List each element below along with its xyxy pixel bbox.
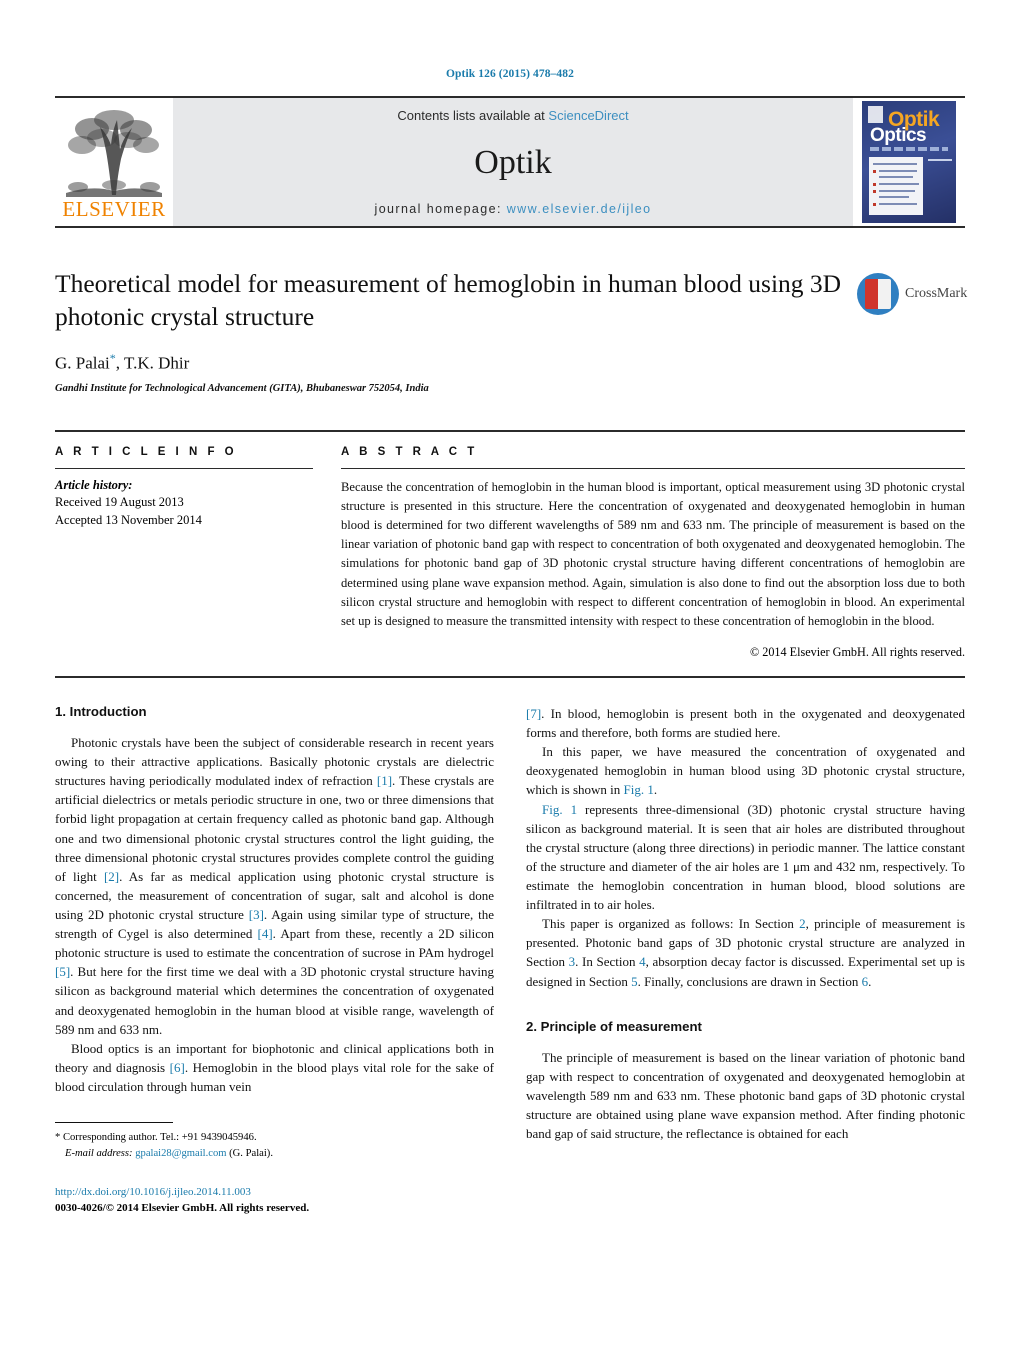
abstract-copyright: © 2014 Elsevier GmbH. All rights reserve… — [749, 645, 965, 660]
article-info-heading: A R T I C L E I N F O — [55, 445, 238, 458]
cover-title-bottom: Optics — [870, 125, 927, 146]
email-suffix: (G. Palai). — [226, 1148, 273, 1159]
intro-p1-b: . These crystals are artificial dielectr… — [55, 773, 495, 884]
intro-paragraph-4: Fig. 1 represents three-dimensional (3D)… — [526, 800, 965, 915]
article-history-label: Article history: — [55, 477, 133, 492]
crossmark-label: CrossMark — [905, 286, 968, 301]
elsevier-wordmark: ELSEVIER — [62, 197, 166, 221]
intro-paragraph-3: In this paper, we have measured the conc… — [526, 742, 965, 799]
journal-title: Optik — [474, 143, 552, 181]
intro-paragraph-5: This paper is organized as follows: In S… — [526, 914, 965, 990]
sciencedirect-link[interactable]: ScienceDirect — [548, 108, 628, 123]
abstract-rule — [341, 467, 965, 469]
intro-p5-c: . In Section — [575, 954, 640, 970]
email-link[interactable]: gpalai28@gmail.com — [135, 1148, 226, 1159]
cover-side-lines — [928, 159, 952, 162]
abstract-heading: A B S T R A C T — [341, 445, 478, 458]
figure-ref-1[interactable]: Fig. 1 — [624, 782, 654, 797]
homepage-prefix: journal homepage: — [374, 202, 502, 216]
section-heading-principle: 2. Principle of measurement — [526, 1018, 702, 1034]
contents-available-line: Contents lists available at ScienceDirec… — [397, 108, 628, 123]
intro-paragraph-2-continued: [7]. In blood, hemoglobin is present bot… — [526, 704, 965, 742]
cover-subtitle-bar — [870, 147, 948, 151]
intro-p2-c: . In blood, hemoglobin is present both i… — [526, 706, 965, 741]
citation-ref-4[interactable]: [4] — [258, 926, 273, 941]
journal-band: Contents lists available at ScienceDirec… — [173, 98, 853, 226]
journal-homepage-line: journal homepage: www.elsevier.de/ijleo — [375, 202, 652, 216]
article-info-rule — [55, 467, 313, 469]
corresponding-author-note: * Corresponding author. Tel.: +91 943904… — [55, 1130, 494, 1146]
title-block: Theoretical model for measurement of hem… — [55, 268, 968, 394]
body-columns: 1. Introduction Photonic crystals have b… — [55, 704, 965, 1217]
cover-contents-box — [869, 157, 923, 215]
cover-image: Optik Optics — [861, 100, 957, 224]
intro-p1-f: . But here for the first time we deal wi… — [55, 964, 494, 1037]
citation-ref-5[interactable]: [5] — [55, 964, 70, 979]
article-received-date: Received 19 August 2013 — [55, 494, 184, 509]
doi-block: http://dx.doi.org/10.1016/j.ijleo.2014.1… — [55, 1184, 494, 1217]
section-heading-introduction: 1. Introduction — [55, 704, 147, 720]
page-title: Theoretical model for measurement of hem… — [55, 269, 842, 331]
intro-p5-e: . Finally, conclusions are drawn in Sect… — [637, 973, 862, 989]
intro-p3-a: In this paper, we have measured the conc… — [526, 744, 965, 798]
article-info-column: A R T I C L E I N F O Article history: R… — [55, 432, 313, 660]
figure-ref-1-lead[interactable]: Fig. 1 — [542, 802, 577, 817]
citation-ref-1[interactable]: [1] — [377, 773, 392, 788]
info-abstract-region: A R T I C L E I N F O Article history: R… — [55, 429, 965, 660]
email-label: E-mail address: — [65, 1148, 133, 1159]
doi-link[interactable]: http://dx.doi.org/10.1016/j.ijleo.2014.1… — [55, 1184, 494, 1201]
footnote-block: * Corresponding author. Tel.: +91 943904… — [55, 1122, 494, 1217]
contents-prefix: Contents lists available at — [397, 108, 545, 123]
intro-p5-f: . — [868, 973, 872, 989]
intro-p5-a: This paper is organized as follows: In S… — [542, 916, 800, 932]
footnote-corresponding-text: Corresponding author. Tel.: +91 94390459… — [60, 1132, 257, 1144]
article-accepted-date: Accepted 13 November 2014 — [55, 513, 202, 528]
left-column: 1. Introduction Photonic crystals have b… — [55, 704, 494, 1217]
citation-ref-2[interactable]: [2] — [104, 869, 119, 884]
crossmark-icon — [857, 273, 899, 315]
abstract-text: Because the concentration of hemoglobin … — [341, 479, 965, 628]
crossmark-badge[interactable]: CrossMark — [857, 270, 968, 318]
elsevier-logo: ELSEVIER — [55, 98, 173, 226]
intro-p3-b: . — [653, 782, 658, 798]
footnote-rule — [55, 1122, 173, 1124]
principle-paragraph-1: The principle of measurement is based on… — [526, 1049, 965, 1142]
citation-ref-3[interactable]: [3] — [249, 907, 264, 922]
citation-ref-6[interactable]: [6] — [170, 1060, 185, 1075]
running-head: Optik 126 (2015) 478–482 — [446, 68, 574, 80]
intro-paragraph-1: Photonic crystals have been the subject … — [55, 733, 494, 1039]
intro-paragraph-2: Blood optics is an important for biophot… — [55, 1039, 494, 1096]
right-column: [7]. In blood, hemoglobin is present bot… — [526, 704, 965, 1217]
affiliation: Gandhi Institute for Technological Advan… — [55, 382, 429, 394]
paper-page: Optik 126 (2015) 478–482 ELSEVIER Conten… — [0, 0, 1020, 1351]
intro-p4-b: represents three-dimensional (3D) photon… — [526, 801, 966, 913]
author-primary: G. Palai — [55, 353, 110, 373]
journal-masthead: ELSEVIER Contents lists available at Sci… — [55, 96, 965, 228]
issn-copyright-line: 0030-4026/© 2014 Elsevier GmbH. All righ… — [55, 1202, 310, 1215]
abstract-column: A B S T R A C T Because the concentratio… — [341, 432, 965, 660]
author-secondary: , T.K. Dhir — [115, 353, 190, 373]
homepage-url[interactable]: www.elsevier.de/ijleo — [507, 202, 652, 216]
citation-ref-7[interactable]: [7] — [526, 706, 541, 721]
abstract-bottom-rule — [55, 676, 965, 679]
author-list: G. Palai*, T.K. Dhir — [55, 351, 965, 374]
elsevier-tree-icon — [62, 107, 166, 199]
cover-elsevier-mark-icon — [868, 106, 883, 123]
journal-cover-thumbnail: Optik Optics — [853, 98, 965, 226]
email-note: E-mail address: gpalai28@gmail.com (G. P… — [55, 1146, 494, 1162]
